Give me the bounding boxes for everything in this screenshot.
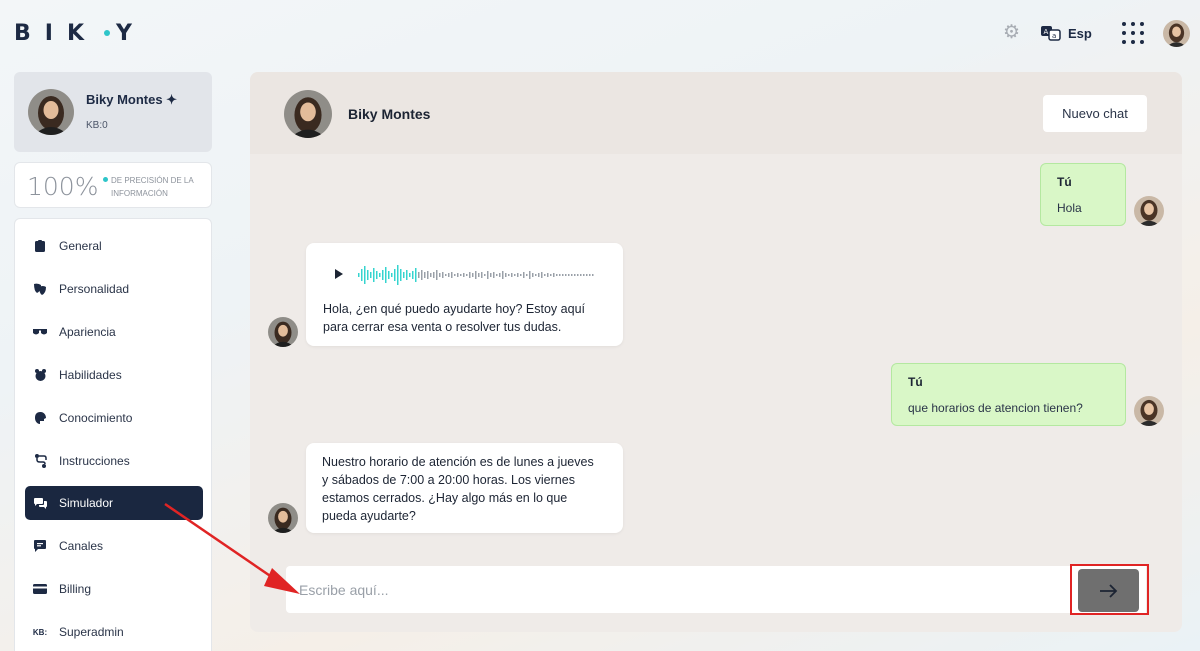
profile-card: Biky Montes ✦ KB:0 bbox=[14, 72, 212, 152]
send-button[interactable] bbox=[1078, 569, 1139, 612]
precision-value: 100% bbox=[27, 172, 99, 201]
svg-text:A: A bbox=[1044, 28, 1049, 36]
precision-card: 100% DE PRECISIÓN DE LA INFORMACIÓN bbox=[14, 162, 212, 208]
kb-icon: KB: bbox=[32, 627, 48, 637]
top-bar: BI K Y ⚙ A a Esp bbox=[0, 0, 1200, 66]
bot-avatar bbox=[268, 503, 298, 533]
avatar bbox=[284, 90, 332, 138]
arrow-right-icon bbox=[1099, 583, 1117, 598]
sidebar-item-conocimiento[interactable]: Conocimiento bbox=[25, 401, 203, 435]
message-icon bbox=[33, 539, 47, 553]
audio-player[interactable] bbox=[330, 263, 600, 287]
user-avatar[interactable] bbox=[1163, 20, 1190, 47]
gear-icon[interactable]: ⚙ bbox=[1003, 23, 1021, 42]
sidebar-item-habilidades[interactable]: Habilidades bbox=[25, 358, 203, 392]
chat-panel: Biky Montes Nuevo chat Tú Hola Hola, ¿en… bbox=[250, 72, 1182, 632]
skills-icon bbox=[33, 368, 47, 382]
sunglasses-icon bbox=[33, 325, 47, 339]
sidebar-item-label: Instrucciones bbox=[59, 454, 130, 468]
user-message: Tú que horarios de atencion tienen? bbox=[891, 363, 1126, 426]
sidebar-item-label: Habilidades bbox=[59, 368, 122, 382]
sidebar-item-label: General bbox=[59, 239, 102, 253]
new-chat-button[interactable]: Nuevo chat bbox=[1043, 95, 1147, 132]
translate-icon[interactable]: A a bbox=[1041, 25, 1061, 41]
card-icon bbox=[33, 582, 47, 596]
message-sender: Tú bbox=[908, 375, 923, 389]
sidebar-item-general[interactable]: General bbox=[25, 229, 203, 263]
sidebar-nav: General Personalidad Apariencia Habilida… bbox=[14, 218, 212, 651]
sidebar-item-billing[interactable]: Billing bbox=[25, 572, 203, 606]
sidebar-item-label: Simulador bbox=[59, 496, 114, 510]
sidebar-item-personalidad[interactable]: Personalidad bbox=[25, 272, 203, 306]
language-selector[interactable]: Esp bbox=[1068, 26, 1092, 41]
sidebar-item-label: Billing bbox=[59, 582, 92, 596]
bot-message: Hola, ¿en qué puedo ayudarte hoy? Estoy … bbox=[306, 243, 623, 346]
sidebar-item-label: Superadmin bbox=[59, 625, 124, 639]
message-text: Nuestro horario de atención es de lunes … bbox=[322, 455, 594, 523]
sidebar-item-label: Canales bbox=[59, 539, 104, 553]
profile-kb: KB:0 bbox=[86, 120, 108, 131]
sidebar-item-instrucciones[interactable]: Instrucciones bbox=[25, 444, 203, 478]
sidebar-item-canales[interactable]: Canales bbox=[25, 529, 203, 563]
sidebar-item-label: Conocimiento bbox=[59, 411, 133, 425]
chat-title: Biky Montes bbox=[348, 106, 431, 122]
clipboard-icon bbox=[33, 239, 47, 253]
sidebar-item-label: Apariencia bbox=[59, 325, 116, 339]
user-message: Tú Hola bbox=[1040, 163, 1126, 226]
chat-icon bbox=[33, 496, 47, 510]
grid-icon[interactable] bbox=[1122, 22, 1144, 44]
precision-dot bbox=[103, 177, 108, 182]
user-avatar bbox=[1134, 196, 1164, 226]
biky-logo[interactable]: BI K Y bbox=[14, 21, 146, 46]
message-text: Hola bbox=[1057, 201, 1082, 215]
message-input[interactable] bbox=[286, 566, 1066, 613]
sidebar-item-simulador[interactable]: Simulador bbox=[25, 486, 203, 520]
route-icon bbox=[33, 454, 47, 468]
message-sender: Tú bbox=[1057, 175, 1072, 189]
sidebar-item-label: Personalidad bbox=[59, 282, 130, 296]
sidebar-item-apariencia[interactable]: Apariencia bbox=[25, 315, 203, 349]
brain-icon bbox=[33, 411, 47, 425]
message-text: Hola, ¿en qué puedo ayudarte hoy? Estoy … bbox=[323, 302, 585, 334]
bot-message: Nuestro horario de atención es de lunes … bbox=[306, 443, 623, 533]
chat-header: Biky Montes Nuevo chat bbox=[250, 72, 1182, 154]
svg-text:a: a bbox=[1052, 32, 1056, 40]
waveform bbox=[358, 265, 594, 285]
user-avatar bbox=[1134, 396, 1164, 426]
message-text: que horarios de atencion tienen? bbox=[908, 401, 1083, 415]
avatar bbox=[28, 89, 74, 135]
profile-name: Biky Montes ✦ bbox=[86, 92, 178, 107]
sidebar-item-superadmin[interactable]: KB: Superadmin bbox=[25, 615, 203, 649]
play-icon[interactable] bbox=[334, 269, 344, 279]
bot-avatar bbox=[268, 317, 298, 347]
precision-label: DE PRECISIÓN DE LA INFORMACIÓN bbox=[111, 176, 194, 198]
masks-icon bbox=[33, 282, 47, 296]
